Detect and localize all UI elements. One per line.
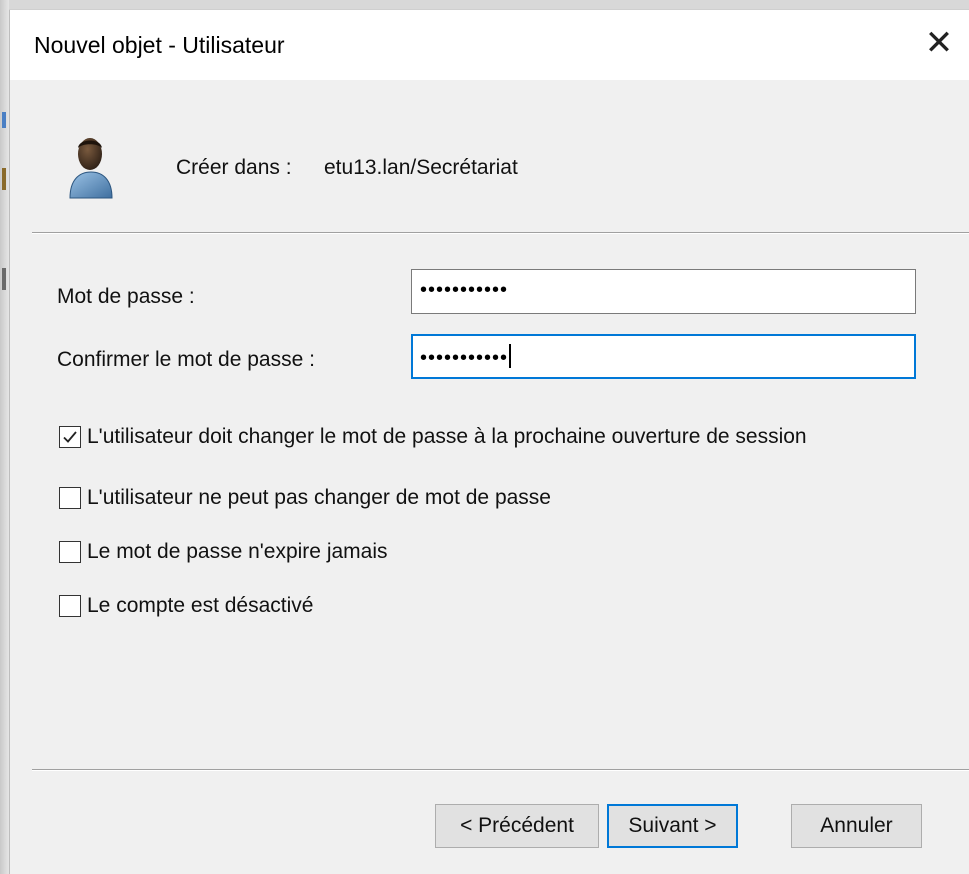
option-label: Le mot de passe n'expire jamais [87,540,388,563]
close-icon: ✕ [924,24,954,62]
next-button[interactable]: Suivant > [607,804,738,848]
cancel-button[interactable]: Annuler [791,804,922,848]
background-window-detail [2,268,6,290]
checkbox[interactable] [59,487,81,509]
previous-button[interactable]: < Précédent [435,804,599,848]
password-label: Mot de passe : [57,285,195,308]
option-account-disabled[interactable]: Le compte est désactivé [59,594,313,618]
create-in-label: Créer dans : [176,156,292,179]
option-cannot-change-password[interactable]: L'utilisateur ne peut pas changer de mot… [59,486,551,510]
password-value: ••••••••••• [420,279,509,301]
option-label: L'utilisateur doit changer le mot de pas… [87,425,807,448]
checkbox[interactable] [59,595,81,617]
option-must-change-password[interactable]: L'utilisateur doit changer le mot de pas… [59,425,807,449]
password-field[interactable]: ••••••••••• [411,269,916,314]
confirm-password-label: Confirmer le mot de passe : [57,348,315,371]
background-window-detail [2,112,6,128]
title-bar: Nouvel objet - Utilisateur ✕ [10,10,969,80]
checkmark-icon [63,431,77,443]
confirm-password-value: ••••••••••• [420,347,509,369]
option-label: L'utilisateur ne peut pas changer de mot… [87,486,551,509]
confirm-password-field[interactable]: ••••••••••• [411,334,916,379]
user-icon [65,134,117,205]
text-caret [509,344,512,368]
divider [32,769,969,771]
dialog-title: Nouvel objet - Utilisateur [34,32,285,58]
checkbox[interactable] [59,541,81,563]
close-button[interactable]: ✕ [913,18,965,68]
create-in-path: etu13.lan/Secrétariat [324,156,518,179]
option-label: Le compte est désactivé [87,594,314,617]
dialog-body: Créer dans : etu13.lan/Secrétariat Mot d… [10,80,969,874]
background-window-edge [0,0,10,874]
background-window-edge-top [9,0,969,10]
background-window-detail [2,168,6,190]
divider [32,232,969,234]
checkbox-checked[interactable] [59,426,81,448]
option-password-never-expires[interactable]: Le mot de passe n'expire jamais [59,540,388,564]
